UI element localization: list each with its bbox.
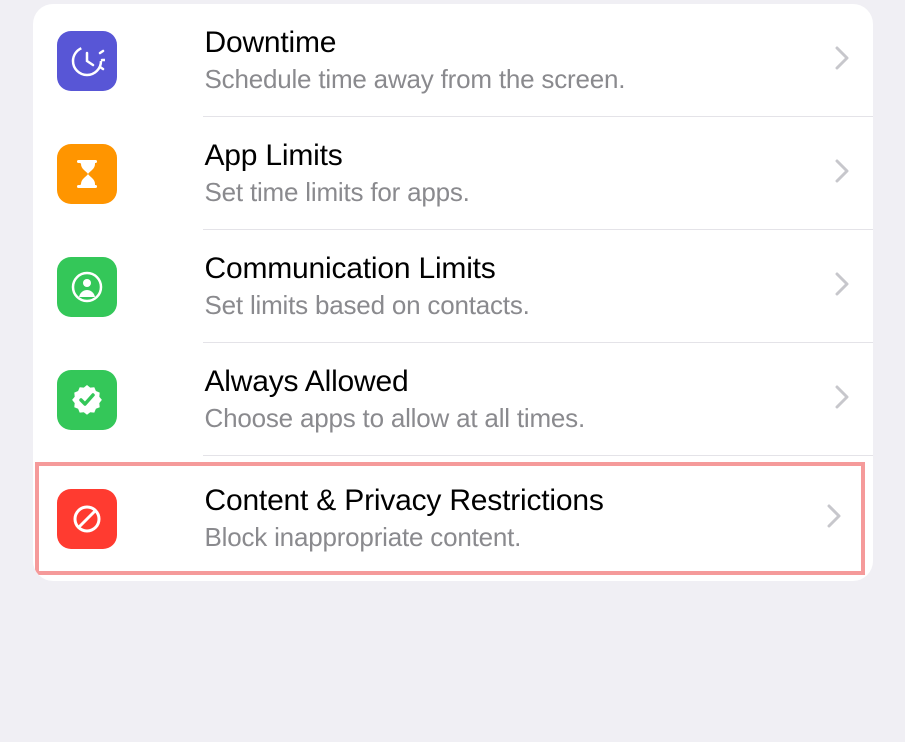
- row-text: Communication Limits Set limits based on…: [205, 252, 823, 321]
- row-communication-limits[interactable]: Communication Limits Set limits based on…: [33, 230, 873, 343]
- verified-check-icon: [57, 370, 117, 430]
- row-text: Downtime Schedule time away from the scr…: [205, 26, 823, 95]
- row-subtitle: Set limits based on contacts.: [205, 290, 823, 321]
- settings-list: Downtime Schedule time away from the scr…: [33, 4, 873, 581]
- chevron-right-icon: [827, 504, 841, 533]
- row-title: App Limits: [205, 139, 823, 173]
- row-subtitle: Choose apps to allow at all times.: [205, 403, 823, 434]
- row-app-limits[interactable]: App Limits Set time limits for apps.: [33, 117, 873, 230]
- row-text: Content & Privacy Restrictions Block ina…: [205, 484, 815, 553]
- row-subtitle: Schedule time away from the screen.: [205, 64, 823, 95]
- chevron-right-icon: [835, 46, 849, 75]
- chevron-right-icon: [835, 159, 849, 188]
- row-subtitle: Block inappropriate content.: [205, 522, 815, 553]
- hourglass-icon: [57, 144, 117, 204]
- row-subtitle: Set time limits for apps.: [205, 177, 823, 208]
- row-always-allowed[interactable]: Always Allowed Choose apps to allow at a…: [33, 343, 873, 456]
- row-title: Content & Privacy Restrictions: [205, 484, 815, 518]
- highlight-box: Content & Privacy Restrictions Block ina…: [35, 462, 865, 575]
- row-title: Communication Limits: [205, 252, 823, 286]
- row-title: Always Allowed: [205, 365, 823, 399]
- contact-icon: [57, 257, 117, 317]
- chevron-right-icon: [835, 272, 849, 301]
- no-entry-icon: [57, 489, 117, 549]
- chevron-right-icon: [835, 385, 849, 414]
- downtime-icon: [57, 31, 117, 91]
- row-content-privacy[interactable]: Content & Privacy Restrictions Block ina…: [35, 462, 865, 575]
- row-title: Downtime: [205, 26, 823, 60]
- row-downtime[interactable]: Downtime Schedule time away from the scr…: [33, 4, 873, 117]
- row-text: App Limits Set time limits for apps.: [205, 139, 823, 208]
- row-text: Always Allowed Choose apps to allow at a…: [205, 365, 823, 434]
